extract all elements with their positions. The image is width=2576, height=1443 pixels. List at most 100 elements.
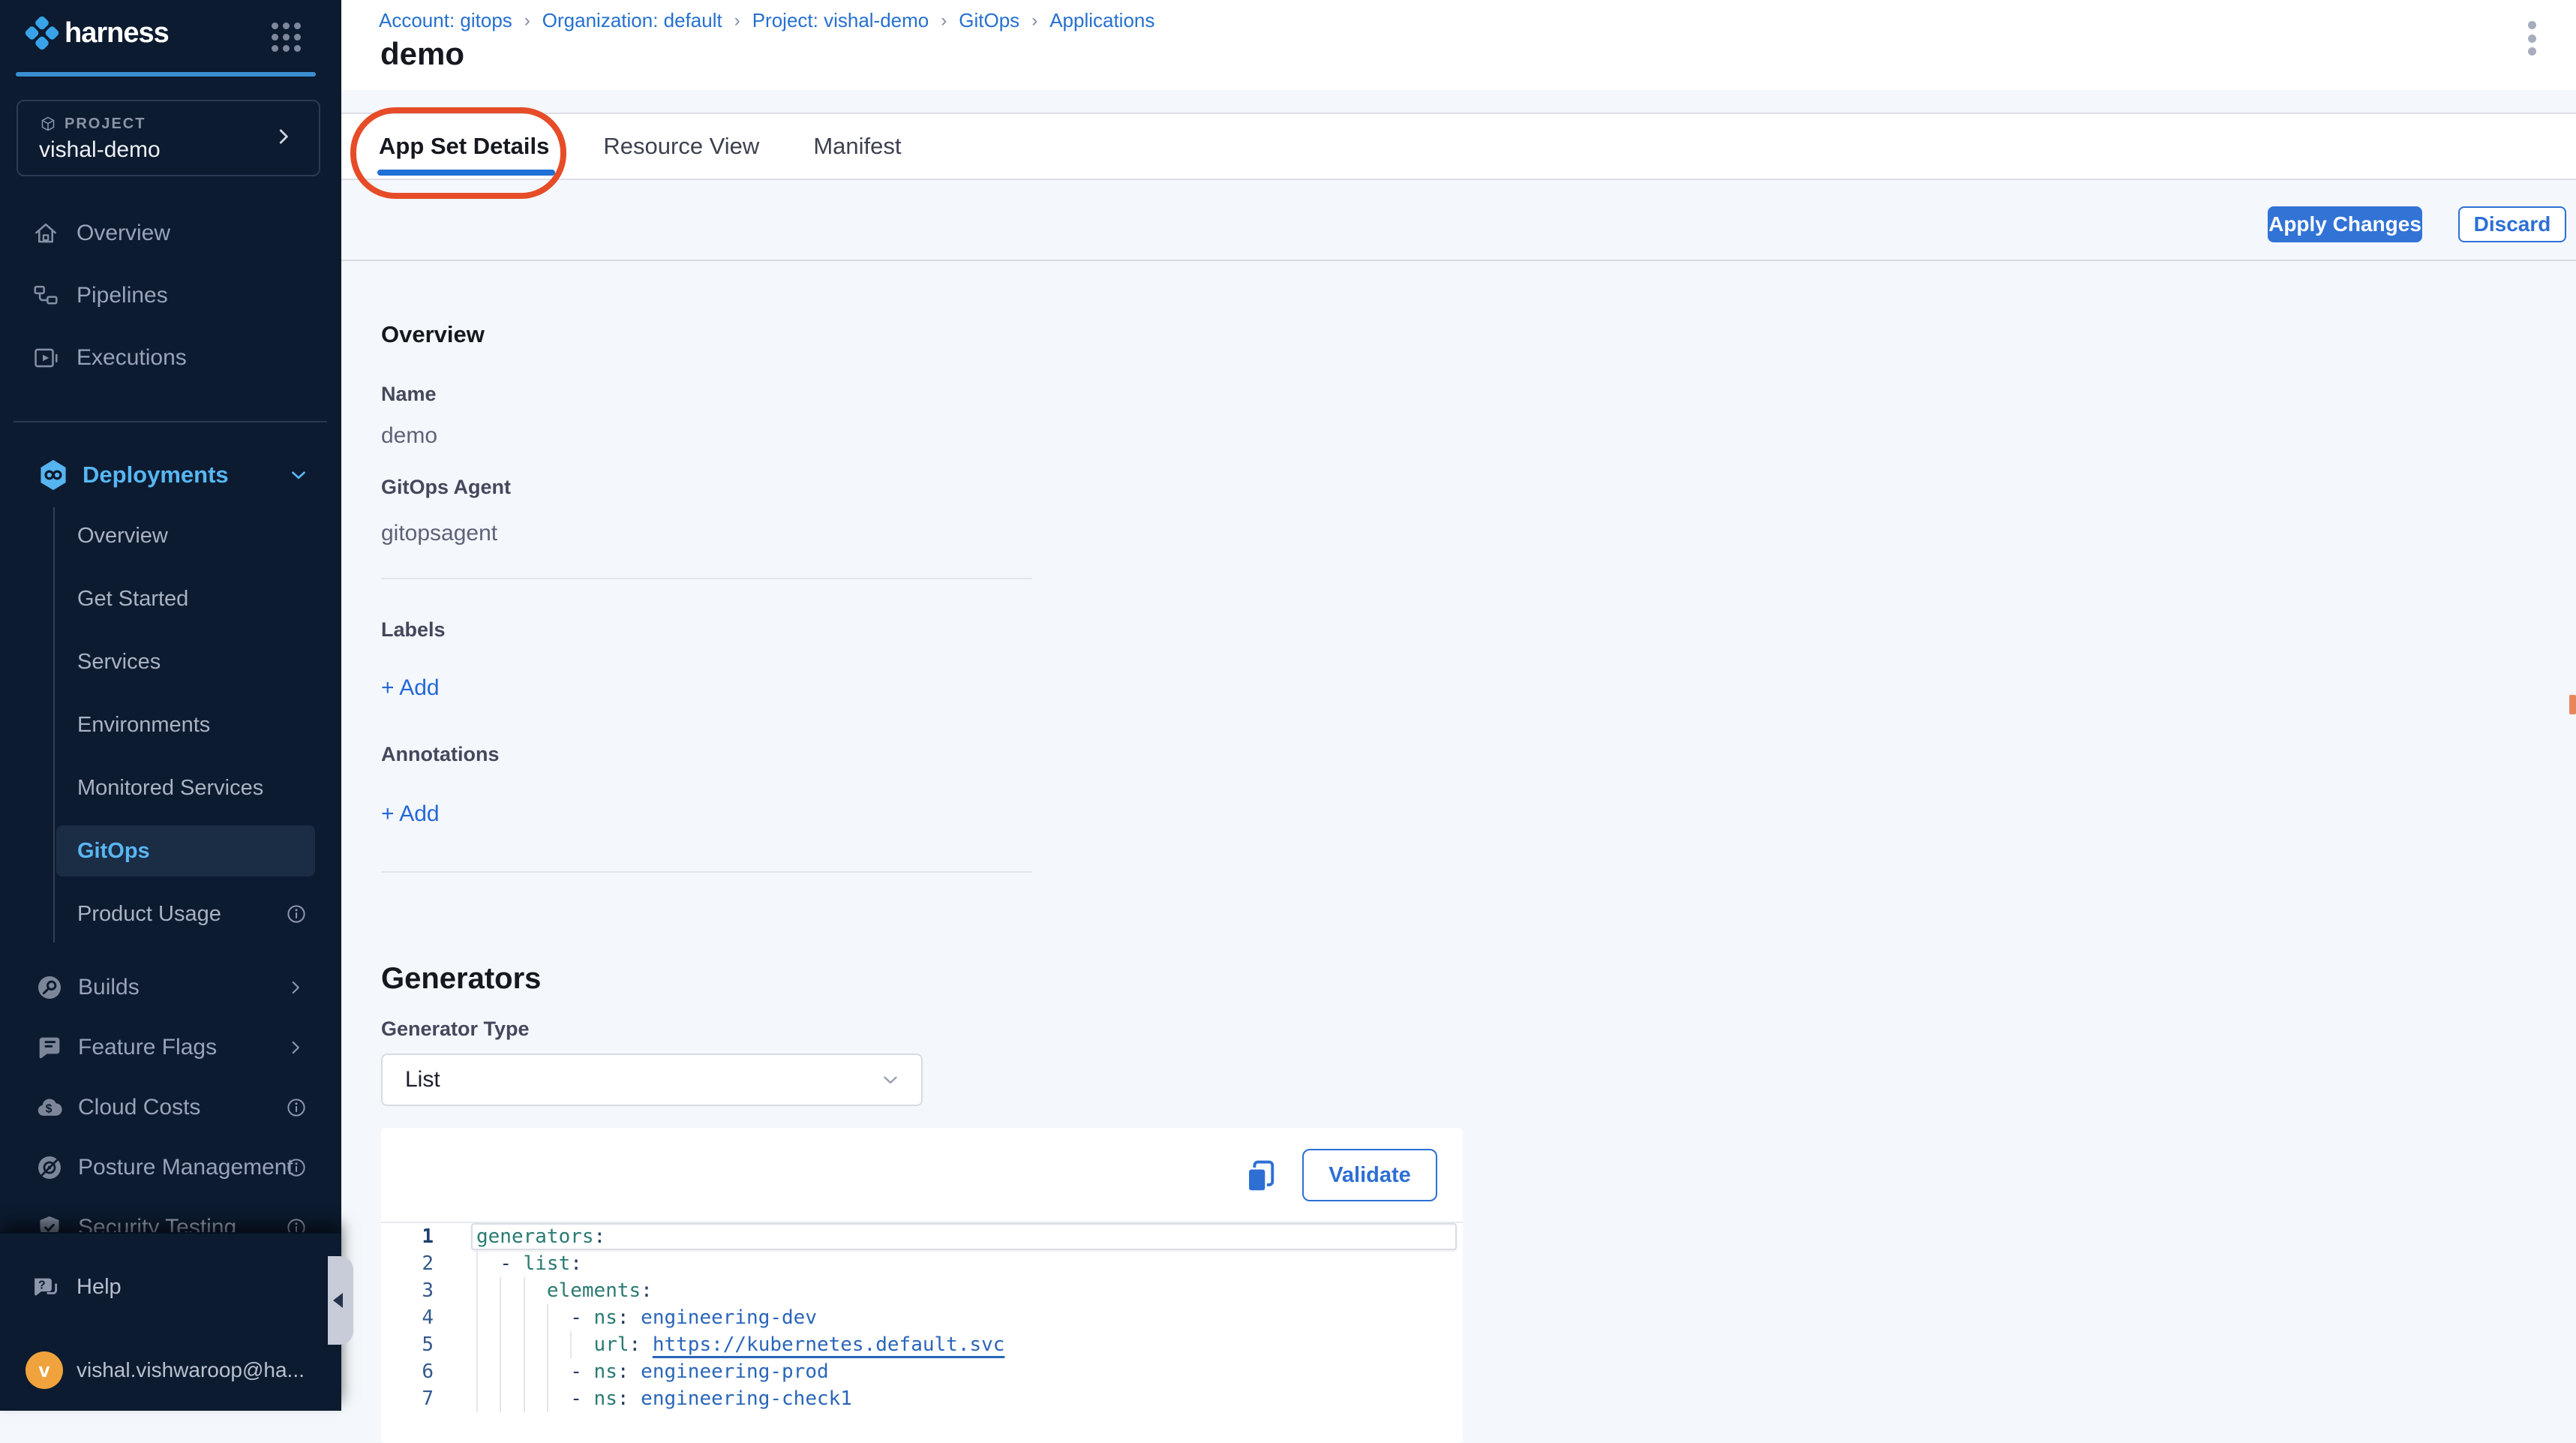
yaml-token: : xyxy=(629,1333,653,1356)
sidebar-item-label: Feature Flags xyxy=(78,1035,217,1060)
sidebar-item-overview[interactable]: Overview xyxy=(0,204,341,263)
yaml-token: ns xyxy=(594,1360,617,1383)
yaml-url-link[interactable]: https://kubernetes.default.svc xyxy=(653,1333,1005,1356)
code-line[interactable]: 6 - ns: engineering-prod xyxy=(381,1358,1463,1385)
code-line[interactable]: 4 - ns: engineering-dev xyxy=(381,1304,1463,1331)
code-line-content: - list: xyxy=(471,1250,1457,1277)
sidebar-item-label: Cloud Costs xyxy=(78,1095,200,1120)
indent-guide-icon xyxy=(476,1277,478,1304)
breadcrumb-link-organization-default[interactable]: Organization: default xyxy=(542,9,722,32)
indent-guide-icon xyxy=(476,1358,478,1385)
sidebar-item-monitored-services[interactable]: Monitored Services xyxy=(0,762,341,813)
more-options-icon[interactable] xyxy=(2517,20,2547,57)
sidebar-item-pipelines[interactable]: Pipelines xyxy=(0,266,341,325)
project-selector[interactable]: PROJECT vishal-demo xyxy=(17,100,320,176)
indent-guide-icon xyxy=(476,1385,478,1412)
avatar: v xyxy=(26,1351,63,1389)
breadcrumb-link-applications[interactable]: Applications xyxy=(1049,9,1154,32)
copy-icon[interactable] xyxy=(1241,1156,1280,1195)
sidebar-item-services[interactable]: Services xyxy=(0,636,341,687)
generator-type-select[interactable]: List xyxy=(381,1054,923,1106)
sidebar-item-posture-management[interactable]: Posture Management xyxy=(0,1141,341,1195)
sidebar-item-gitops[interactable]: GitOps xyxy=(56,825,315,876)
code-line-content: elements: xyxy=(471,1277,1457,1304)
add-label-link[interactable]: + Add xyxy=(381,675,440,701)
line-number: 2 xyxy=(381,1252,471,1275)
help-button[interactable]: ? Help xyxy=(0,1260,341,1314)
tab-manifest[interactable]: Manifest xyxy=(813,114,901,179)
code-line[interactable]: 2 - list: xyxy=(381,1250,1463,1277)
sidebar-divider xyxy=(14,421,327,422)
indent-guide-icon xyxy=(547,1331,548,1358)
code-line[interactable]: 3 elements: xyxy=(381,1277,1463,1304)
app-grid-icon[interactable] xyxy=(272,23,301,52)
code-line[interactable]: 1generators: xyxy=(381,1223,1463,1250)
sidebar-item-label: Overview xyxy=(77,221,170,246)
sidebar-bottom-panel: ? Help v vishal.vishwaroop@ha... xyxy=(0,1232,341,1411)
user-account[interactable]: v vishal.vishwaroop@ha... xyxy=(0,1343,341,1397)
yaml-token: engineering-check1 xyxy=(641,1387,852,1410)
yaml-token: engineering-prod xyxy=(641,1360,828,1383)
sidebar-collapse-handle[interactable] xyxy=(328,1256,353,1345)
main-panel: Account: gitops › Organization: default › Pr… xyxy=(341,0,2576,1411)
builds-icon xyxy=(35,973,65,1003)
sidebar-item-environments[interactable]: Environments xyxy=(0,699,341,750)
breadcrumb-separator: › xyxy=(734,11,740,32)
user-email: vishal.vishwaroop@ha... xyxy=(77,1358,305,1382)
info-icon xyxy=(285,1156,308,1179)
chevron-right-icon xyxy=(272,125,295,148)
breadcrumb: Account: gitops › Organization: default › Pr… xyxy=(379,9,1154,32)
generator-type-label: Generator Type xyxy=(381,1018,530,1041)
yaml-token: ns xyxy=(594,1306,617,1329)
breadcrumb-link-account-gitops[interactable]: Account: gitops xyxy=(379,9,512,32)
harness-logo[interactable]: harness xyxy=(24,15,169,51)
sidebar-item-builds[interactable]: Builds xyxy=(0,960,341,1015)
sidebar-item-feature-flags[interactable]: Feature Flags xyxy=(0,1021,341,1075)
indent-guide-icon xyxy=(476,1331,478,1358)
yaml-token: - xyxy=(570,1387,593,1410)
breadcrumb-link-project-vishal-demo[interactable]: Project: vishal-demo xyxy=(752,9,929,32)
sidebar-item-cloud-costs[interactable]: $ Cloud Costs xyxy=(0,1081,341,1135)
overview-heading: Overview xyxy=(381,321,485,348)
breadcrumb-link-gitops[interactable]: GitOps xyxy=(959,9,1019,32)
indent-guide-icon xyxy=(570,1331,572,1358)
tab-app-set-details[interactable]: App Set Details xyxy=(379,114,549,179)
help-icon: ? xyxy=(30,1271,62,1303)
yaml-token: : xyxy=(594,1225,606,1248)
chevron-down-icon xyxy=(287,464,310,486)
home-icon xyxy=(32,219,60,248)
sidebar-item-product-usage[interactable]: Product Usage xyxy=(0,888,341,939)
add-annotation-link[interactable]: + Add xyxy=(381,801,440,827)
sidebar-item-get-started[interactable]: Get Started xyxy=(0,573,341,624)
code-line[interactable]: 7 - ns: engineering-check1 xyxy=(381,1385,1463,1412)
validate-button[interactable]: Validate xyxy=(1302,1149,1437,1201)
apply-changes-button[interactable]: Apply Changes xyxy=(2268,206,2422,242)
action-toolbar: Apply Changes Discard xyxy=(341,182,2576,261)
editor-toolbar: Validate xyxy=(381,1128,1463,1223)
cloud-costs-icon: $ xyxy=(35,1093,65,1123)
yaml-editor[interactable]: 1generators:2 - list:3 elements:4 - ns: … xyxy=(381,1223,1463,1443)
sidebar-item-label: Posture Management xyxy=(78,1155,293,1180)
code-line-content: - ns: engineering-check1 xyxy=(471,1385,1457,1412)
code-line-content: url: https://kubernetes.default.svc xyxy=(471,1331,1457,1358)
tab-resource-view[interactable]: Resource View xyxy=(603,114,759,179)
posture-management-icon xyxy=(35,1153,65,1183)
sidebar-item-deployments[interactable]: Deployments xyxy=(0,446,341,504)
discard-button[interactable]: Discard xyxy=(2458,206,2566,242)
indent-guide-icon xyxy=(500,1331,501,1358)
yaml-token: ns xyxy=(594,1387,617,1410)
yaml-token: engineering-dev xyxy=(641,1306,817,1329)
help-label: Help xyxy=(77,1275,122,1300)
indent-guide-icon xyxy=(524,1277,525,1304)
info-icon xyxy=(285,903,308,925)
breadcrumb-separator: › xyxy=(941,11,947,32)
page-header: Account: gitops › Organization: default › Pr… xyxy=(341,0,2576,90)
code-line[interactable]: 5 url: https://kubernetes.default.svc xyxy=(381,1331,1463,1358)
logo-text: harness xyxy=(65,17,169,50)
indent-guide-icon xyxy=(500,1304,501,1331)
sidebar-item-executions[interactable]: Executions xyxy=(0,329,341,387)
sidebar-item-overview[interactable]: Overview xyxy=(0,510,341,561)
indent-guide-icon xyxy=(500,1358,501,1385)
indent-guide-icon xyxy=(547,1385,548,1412)
tab-label: Resource View xyxy=(603,133,759,160)
